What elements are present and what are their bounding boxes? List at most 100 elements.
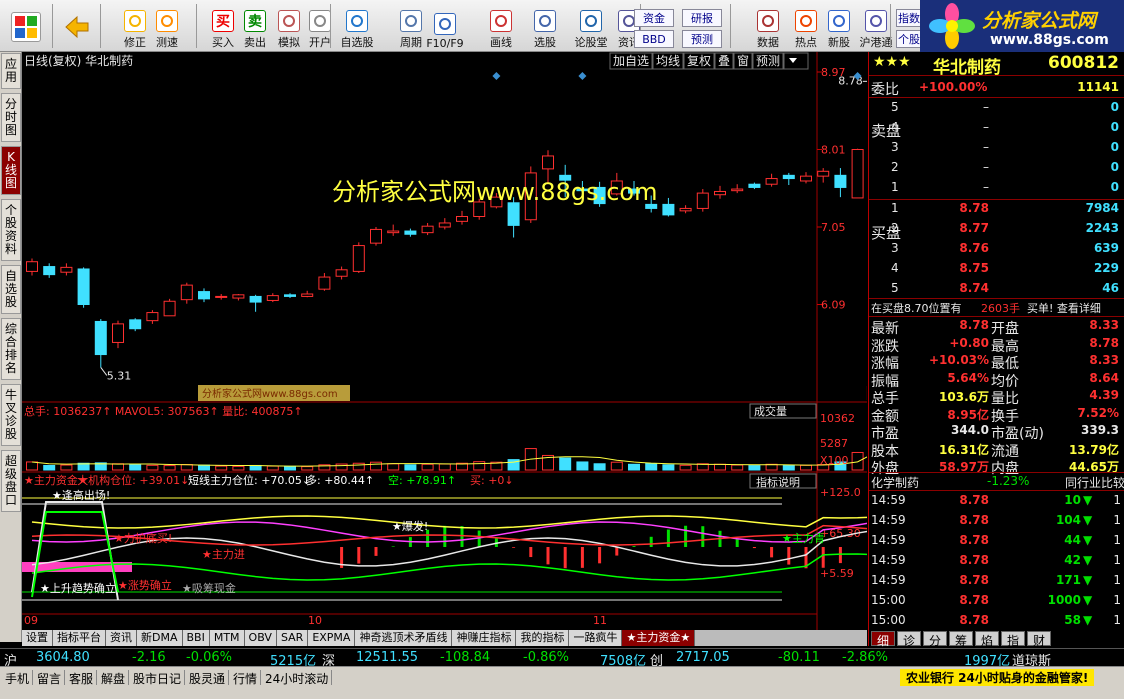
buy-icon: 买 — [212, 10, 234, 32]
tick-price: 8.78 — [959, 533, 989, 547]
indicator-tab-8[interactable]: EXPMA — [308, 630, 356, 646]
toolbar-button-4[interactable]: 模拟 — [272, 2, 306, 50]
volume-bar — [301, 466, 314, 471]
toolbar-button-10[interactable]: 选股 — [528, 2, 562, 50]
toolbar-button-14[interactable]: 热点 — [789, 2, 823, 50]
indicator-tab-13[interactable]: ★主力资金★ — [622, 630, 696, 646]
indicator-tab-0[interactable]: 设置 — [22, 630, 53, 646]
forecast-button[interactable]: 预测 — [682, 30, 722, 48]
status-item-2[interactable]: 客服 — [66, 670, 98, 686]
toolbar-button-8[interactable]: F10/F9 — [426, 2, 464, 50]
candle-body — [94, 320, 107, 356]
status-item-6[interactable]: 行情 — [230, 670, 262, 686]
chart-menu-button[interactable] — [783, 52, 809, 70]
price-tick-label: 7.05 — [821, 221, 846, 234]
left-tab-7[interactable]: 超级盘口 — [1, 450, 21, 512]
bbd-button[interactable]: BBD — [634, 30, 674, 48]
toolbar-button-16[interactable]: 沪港通 — [859, 2, 893, 50]
indicator-tab-2[interactable]: 资讯 — [106, 630, 137, 646]
toolbar-button-6[interactable]: 自选股 — [340, 2, 374, 50]
left-tab-1[interactable]: 分时图 — [1, 93, 21, 142]
tick-price: 8.78 — [959, 513, 989, 527]
hammer-icon — [278, 10, 300, 32]
toolbar-button-13[interactable]: 数据 — [751, 2, 785, 50]
right-tab-6[interactable]: 财 — [1027, 631, 1051, 648]
status-item-5[interactable]: 股灵通 — [186, 670, 230, 686]
toolbar-button-3[interactable]: 卖卖出 — [238, 2, 272, 50]
chart-header-button-0[interactable]: 加自选 — [613, 54, 649, 68]
chart-header-button-2[interactable]: 复权 — [687, 54, 711, 68]
indicator-tab-1[interactable]: 指标平台 — [53, 630, 106, 646]
buy-level: 3 — [891, 241, 899, 255]
back-button[interactable] — [60, 2, 94, 50]
fund-button[interactable]: 资金 — [634, 9, 674, 27]
chart-header-button-3[interactable]: 叠 — [718, 54, 730, 68]
toolbar-button-11[interactable]: 论股堂 — [574, 2, 608, 50]
indicator-tab-6[interactable]: OBV — [244, 630, 277, 646]
candle-body — [748, 183, 761, 188]
tick-price: 8.78 — [959, 493, 989, 507]
chart-header-button-1[interactable]: 均线 — [656, 54, 680, 68]
status-item-4[interactable]: 股市日记 — [130, 670, 186, 686]
indicator-header-item: 多: +80.44↑ — [306, 473, 374, 487]
left-tab-0[interactable]: 应用 — [1, 53, 21, 89]
toolbar-button-5[interactable]: 开户 — [303, 2, 337, 50]
home-button[interactable] — [6, 2, 46, 50]
buy-note-link[interactable]: 买单! 查看详细 — [1027, 300, 1101, 316]
sz-percent: -0.86% — [523, 650, 569, 665]
status-item-0[interactable]: 手机 — [2, 670, 34, 686]
indicator-tab-12[interactable]: 一路疯牛 — [569, 630, 623, 646]
volume-bar — [782, 464, 795, 471]
compare-link[interactable]: 同行业比较 — [1065, 474, 1124, 491]
volume-bar — [628, 463, 640, 471]
right-tab-0[interactable]: 细 — [871, 631, 895, 648]
kline-chart[interactable]: 日线(复权) 华北制药 加自选 均线 复权叠窗预测8.978.017.056.098.… — [22, 52, 867, 630]
indicator-tab-4[interactable]: BBI — [182, 630, 210, 646]
ad-banner[interactable]: 农业银行 24小时贴身的金融管家! — [900, 669, 1095, 686]
indicator-tab-10[interactable]: 神赚庄指标 — [452, 630, 517, 646]
tick-vol: 42 — [1064, 553, 1081, 567]
tick-count: 1 — [1113, 513, 1121, 527]
tab-scroll-area[interactable] — [695, 630, 867, 646]
volume-bar — [593, 463, 606, 471]
candle-body — [662, 203, 675, 216]
indicator-help-label[interactable]: 指标说明 — [756, 475, 800, 489]
right-tab-4[interactable]: 焰 — [975, 631, 999, 648]
index-button[interactable]: 指数 — [896, 9, 922, 27]
tick-time: 14:59 — [871, 573, 906, 587]
stock-button[interactable]: 个股 — [896, 30, 922, 48]
volume-label[interactable]: 成交量 — [754, 404, 787, 418]
chart-header-button-5[interactable]: 预测 — [756, 54, 780, 68]
toolbar-button-label: 卖出 — [244, 36, 266, 49]
indicator-tab-9[interactable]: 神奇逃顶术矛盾线 — [355, 630, 453, 646]
indicator-tab-5[interactable]: MTM — [209, 630, 245, 646]
toolbar-button-2[interactable]: 买买入 — [206, 2, 240, 50]
sector-name[interactable]: 化学制药 — [871, 474, 919, 491]
right-tab-5[interactable]: 指 — [1001, 631, 1025, 648]
left-tab-2[interactable]: K线图 — [1, 146, 21, 195]
left-tab-5[interactable]: 综合排名 — [1, 318, 21, 380]
status-item-1[interactable]: 留言 — [34, 670, 66, 686]
toolbar-button-0[interactable]: 修正 — [118, 2, 152, 50]
left-tab-4[interactable]: 自选股 — [1, 265, 21, 314]
indicator-tab-7[interactable]: SAR — [276, 630, 309, 646]
volume-bar — [266, 465, 279, 471]
right-tab-1[interactable]: 诊 — [897, 631, 921, 648]
toolbar-button-7[interactable]: 周期 — [394, 2, 428, 50]
toolbar-button-9[interactable]: 画线 — [484, 2, 518, 50]
divider — [869, 316, 1124, 317]
status-item-3[interactable]: 解盘 — [98, 670, 130, 686]
weibi-label: 委比 — [871, 82, 899, 98]
right-tab-3[interactable]: 筹 — [949, 631, 973, 648]
left-tab-3[interactable]: 个股资料 — [1, 199, 21, 261]
status-item-7[interactable]: 24小时滚动 — [262, 670, 333, 686]
indicator-tab-11[interactable]: 我的指标 — [516, 630, 570, 646]
left-tab-6[interactable]: 牛叉诊股 — [1, 384, 21, 446]
right-tab-2[interactable]: 分 — [923, 631, 947, 648]
candle-body — [249, 295, 262, 303]
toolbar-button-15[interactable]: 新股 — [822, 2, 856, 50]
toolbar-button-1[interactable]: 测速 — [150, 2, 184, 50]
research-button[interactable]: 研报 — [682, 9, 722, 27]
indicator-tab-3[interactable]: 新DMA — [137, 630, 183, 646]
chart-header-button-4[interactable]: 窗 — [737, 54, 749, 68]
